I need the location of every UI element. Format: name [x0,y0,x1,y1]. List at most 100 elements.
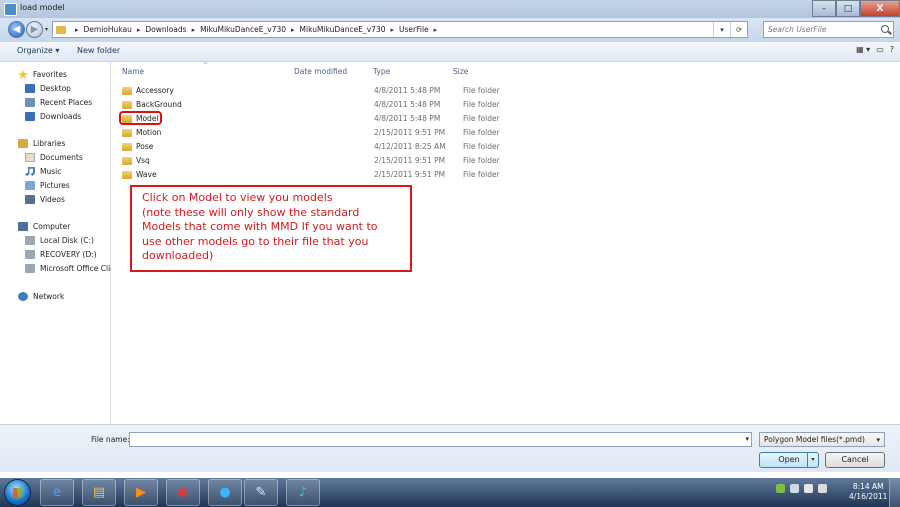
explorer-icon[interactable]: ▤ [82,479,116,506]
recent-places-icon [25,98,35,107]
internet-explorer-icon[interactable]: e [40,479,74,506]
sidebar-item-network[interactable]: Network [18,292,64,301]
media-player-icon[interactable]: ▶ [124,479,158,506]
preview-pane-button[interactable]: ▭ [876,45,884,54]
chevron-down-icon[interactable]: ▾ [745,435,749,443]
column-header-size[interactable]: Size [453,67,468,76]
sidebar-item-computer[interactable]: Computer [18,222,70,231]
view-controls: ▦ ▾ ▭ ? [856,45,894,54]
sidebar-item-label: Documents [40,153,83,162]
pictures-icon [25,181,35,190]
search-placeholder: Search UserFile [768,25,827,34]
app-icon[interactable]: ● [208,479,242,506]
breadcrumb-separator[interactable]: ▸ [75,26,79,34]
sidebar-item-desktop[interactable]: Desktop [25,84,71,93]
tray-icon[interactable] [776,484,785,493]
file-name-input[interactable]: ▾ [129,432,752,447]
maximize-button[interactable]: □ [836,0,860,17]
breadcrumb-item[interactable]: Downloads [145,25,186,34]
breadcrumb-separator[interactable]: ▸ [137,26,141,34]
sidebar-item-office-click[interactable]: Microsoft Office Clic [25,264,114,273]
file-type: File folder [463,86,500,95]
chrome-icon[interactable]: ◉ [166,479,200,506]
volume-icon[interactable] [818,484,827,493]
open-button[interactable]: Open ▾ [759,452,819,468]
miku-icon[interactable]: ♪ [286,479,320,506]
sidebar-item-favorites[interactable]: Favorites [18,70,67,79]
paint-icon[interactable]: ✎ [244,479,278,506]
column-header-type[interactable]: Type [373,67,390,76]
file-row[interactable]: Model 4/8/2011 5:48 PM File folder [122,112,522,125]
navigation-bar: ◀ ▶ ▾ ▸ DemioHukau ▸ Downloads ▸ MikuMik… [0,18,900,42]
file-date: 2/15/2011 9:51 PM [374,128,446,137]
file-name: Accessory [136,86,174,95]
back-button[interactable]: ◀ [8,21,25,38]
show-desktop-button[interactable] [889,478,900,507]
sidebar-item-label: Computer [33,222,71,231]
breadcrumb-item[interactable]: MikuMikuDanceE_v730 [300,25,386,34]
sidebar-item-recovery[interactable]: RECOVERY (D:) [25,250,97,259]
file-row[interactable]: BackGround 4/8/2011 5:48 PM File folder [122,98,522,111]
new-folder-button[interactable]: New folder [77,46,120,55]
breadcrumb-separator[interactable]: ▸ [434,26,438,34]
sidebar-item-label: Desktop [40,84,71,93]
search-box[interactable]: Search UserFile [763,21,894,38]
close-button[interactable]: X [860,0,900,17]
change-view-button[interactable]: ▦ ▾ [856,45,870,54]
downloads-icon [25,112,35,121]
column-header-name[interactable]: Name [122,67,144,76]
minimize-button[interactable]: – [812,0,836,17]
callout-line: (note these will only show the standard [142,205,360,219]
file-type-select[interactable]: Polygon Model files(*.pmd) ▾ [759,432,885,447]
file-date: 4/8/2011 5:48 PM [374,100,441,109]
network-tray-icon[interactable] [790,484,799,493]
sidebar-item-label: Recent Places [40,98,93,107]
file-row[interactable]: Vsq 2/15/2011 9:51 PM File folder [122,154,522,167]
navigation-pane: Favorites Desktop Recent Places Download… [0,62,114,424]
address-controls: ▾ ⟳ [713,22,747,37]
breadcrumb-separator[interactable]: ▸ [192,26,196,34]
open-options-dropdown[interactable]: ▾ [807,453,818,467]
file-date: 2/15/2011 9:51 PM [374,170,446,179]
file-row[interactable]: Motion 2/15/2011 9:51 PM File folder [122,126,522,139]
callout-line: Click on Model to view you models [142,191,333,204]
file-type: File folder [463,142,500,151]
refresh-button[interactable]: ⟳ [730,22,747,37]
breadcrumb-separator[interactable]: ▸ [391,26,395,34]
start-button[interactable] [4,479,31,506]
file-type: File folder [463,114,500,123]
sidebar-item-label: Videos [40,195,65,204]
address-bar[interactable]: ▸ DemioHukau ▸ Downloads ▸ MikuMikuDance… [52,21,748,38]
sidebar-item-documents[interactable]: Documents [25,153,83,162]
file-row[interactable]: Wave 2/15/2011 9:51 PM File folder [122,168,522,181]
folder-icon [122,100,132,109]
column-header-date[interactable]: Date modified [294,67,347,76]
flag-icon[interactable] [804,484,813,493]
recent-pages-dropdown[interactable]: ▾ [45,26,48,33]
window-controls: – □ X [812,0,900,17]
forward-button[interactable]: ▶ [26,21,43,38]
sidebar-item-recent-places[interactable]: Recent Places [25,98,92,107]
sidebar-item-label: Favorites [33,70,67,79]
address-dropdown-button[interactable]: ▾ [713,22,730,37]
sort-arrow-icon: ^ [203,62,209,69]
sidebar-item-downloads[interactable]: Downloads [25,112,81,121]
breadcrumb-item[interactable]: MikuMikuDanceE_v730 [200,25,286,34]
help-button[interactable]: ? [890,45,894,54]
file-row[interactable]: Accessory 4/8/2011 5:48 PM File folder [122,84,522,97]
cancel-button[interactable]: Cancel [825,452,885,468]
sidebar-item-pictures[interactable]: Pictures [25,181,70,190]
search-icon[interactable] [881,25,889,33]
file-date: 4/8/2011 5:48 PM [374,114,441,123]
file-row[interactable]: Pose 4/12/2011 8:25 AM File folder [122,140,522,153]
breadcrumb-item[interactable]: UserFile [399,25,429,34]
breadcrumb-separator[interactable]: ▸ [291,26,295,34]
sidebar-item-local-disk[interactable]: Local Disk (C:) [25,236,94,245]
sidebar-item-libraries[interactable]: Libraries [18,139,65,148]
sidebar-item-videos[interactable]: Videos [25,195,65,204]
drive-icon [25,236,35,245]
sidebar-item-music[interactable]: Music [25,167,61,176]
breadcrumb-item[interactable]: DemioHukau [84,25,132,34]
taskbar-clock[interactable]: 8:14 AM 4/16/2011 [849,482,887,502]
organize-button[interactable]: Organize ▾ [17,46,59,55]
